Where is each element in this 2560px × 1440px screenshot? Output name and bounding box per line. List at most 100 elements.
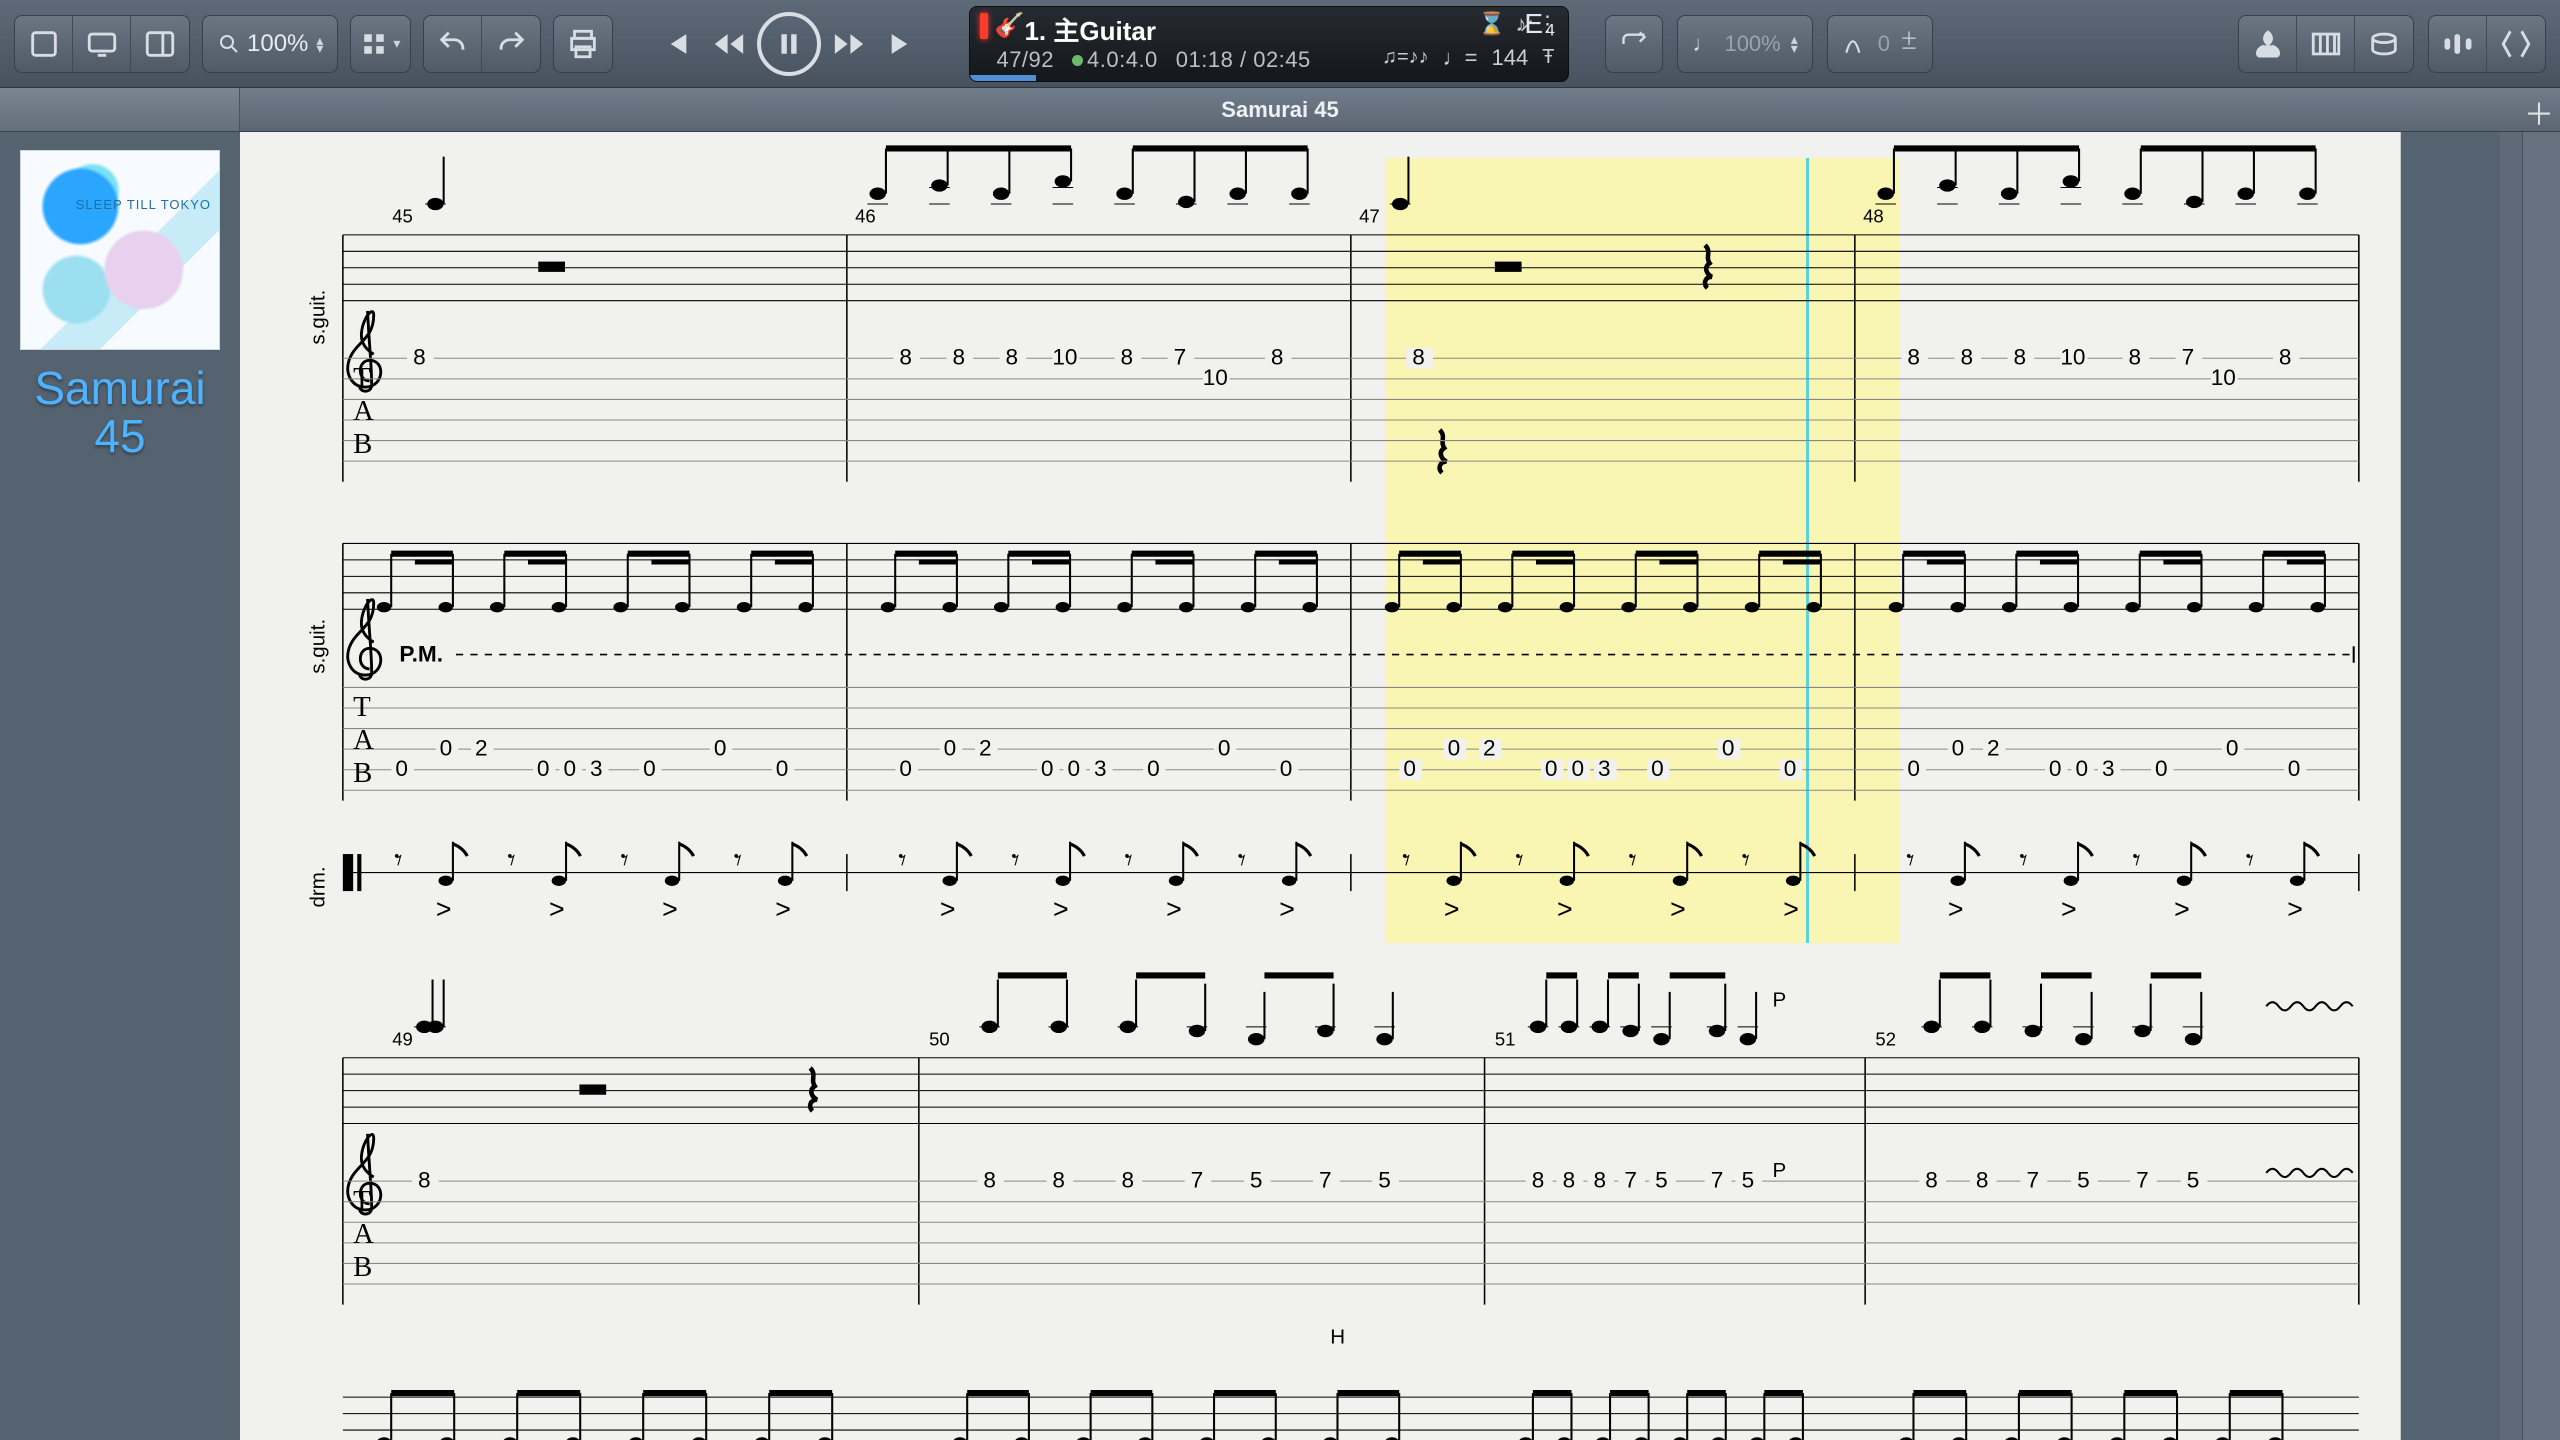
tuning-readout: E₄ [1520, 11, 1560, 37]
hourglass-icon[interactable]: ⌛ [1478, 11, 1505, 37]
svg-text:𝄾: 𝄾 [621, 843, 629, 878]
svg-text:0: 0 [1448, 735, 1461, 760]
svg-text:50: 50 [929, 1028, 950, 1049]
svg-text:47: 47 [1359, 206, 1380, 227]
layout-menu[interactable]: ▾ [350, 15, 411, 73]
svg-text:49: 49 [392, 1028, 413, 1049]
svg-text:>: > [1670, 894, 1686, 924]
zoom-control[interactable]: 100% ▴▾ [202, 15, 338, 73]
instrument-panel-button[interactable] [2239, 16, 2297, 72]
view-mode-group [14, 15, 190, 73]
svg-text:0: 0 [1571, 756, 1584, 781]
svg-text:8: 8 [1976, 1167, 1989, 1192]
new-tab-button[interactable]: ＋ [2524, 90, 2554, 134]
fast-forward-button[interactable] [823, 18, 875, 70]
view-split-button[interactable] [131, 16, 189, 72]
play-pause-button[interactable] [757, 12, 821, 76]
svg-text:8: 8 [899, 344, 912, 369]
svg-text:0: 0 [1784, 756, 1797, 781]
svg-text:10: 10 [1203, 365, 1228, 390]
svg-text:8: 8 [1412, 344, 1425, 369]
svg-text:>: > [1557, 894, 1573, 924]
svg-text:0: 0 [2049, 756, 2062, 781]
svg-text:7: 7 [1191, 1167, 1204, 1192]
swing-icon[interactable]: ♫=♪♪ [1382, 46, 1429, 69]
album-art[interactable]: SLEEP TILL TOKYO [20, 150, 220, 350]
svg-text:5: 5 [1250, 1167, 1263, 1192]
svg-text:T: T [353, 1185, 371, 1217]
svg-text:𝄾: 𝄾 [1629, 843, 1637, 878]
svg-text:51: 51 [1495, 1028, 1516, 1049]
svg-text:T: T [353, 691, 371, 723]
loop-button[interactable] [1605, 15, 1663, 73]
svg-text:T: T [353, 362, 371, 394]
svg-text:52: 52 [1875, 1028, 1896, 1049]
vertical-scrollbar[interactable] [2500, 132, 2522, 1440]
svg-text:𝄾: 𝄾 [507, 843, 515, 878]
record-led-icon [980, 13, 988, 39]
rewind-button[interactable] [703, 18, 755, 70]
svg-text:B: B [353, 1251, 372, 1283]
bar-counter: 47/92 [996, 47, 1054, 73]
svg-text:5: 5 [2077, 1167, 2090, 1192]
panel-toggles [2238, 15, 2546, 73]
view-screen-button[interactable] [73, 16, 131, 72]
speed-trainer[interactable]: ♩ 100% ▴▾ [1677, 15, 1812, 73]
svg-text:8: 8 [1006, 344, 1019, 369]
svg-text:>: > [1444, 894, 1460, 924]
svg-text:0: 0 [2288, 756, 2301, 781]
score-page[interactable]: s.guit. 45464748 [240, 132, 2400, 1440]
sheet-area[interactable]: s.guit. 45464748 [240, 132, 2560, 1440]
view-page-button[interactable] [15, 16, 73, 72]
svg-text:>: > [436, 894, 452, 924]
right-mini-panel[interactable] [2522, 132, 2560, 1440]
svg-text:s.guit.: s.guit. [306, 619, 329, 674]
svg-text:8: 8 [1121, 344, 1134, 369]
svg-text:𝄾: 𝄾 [1402, 843, 1410, 878]
svg-text:0: 0 [643, 756, 656, 781]
tempo-value: 144 [1492, 45, 1529, 71]
tuning-fork-icon[interactable]: Ŧ [1542, 46, 1554, 69]
svg-text:H: H [1330, 1326, 1345, 1349]
svg-text:8: 8 [952, 344, 965, 369]
svg-text:0: 0 [1545, 756, 1558, 781]
fx-panel-button[interactable] [2487, 16, 2545, 72]
svg-text:0: 0 [2226, 735, 2239, 760]
mixer-panel-button[interactable] [2429, 16, 2487, 72]
keyboard-panel-button[interactable] [2297, 16, 2355, 72]
svg-text:2: 2 [475, 735, 488, 760]
go-start-button[interactable] [649, 18, 701, 70]
playback-meter[interactable]: 🎸 1. 主Guitar 47/92 4.0:4.0 01:18 / 02:45… [969, 6, 1569, 82]
notation-svg: s.guit. 45464748 [240, 132, 2400, 1440]
transpose-control[interactable]: 0 ＋－ [1827, 15, 1933, 73]
svg-text:5: 5 [2187, 1167, 2200, 1192]
svg-text:45: 45 [392, 206, 413, 227]
svg-text:0: 0 [2155, 756, 2168, 781]
svg-text:0: 0 [537, 756, 550, 781]
svg-text:>: > [940, 894, 956, 924]
transpose-stepper[interactable]: ＋－ [1900, 34, 1918, 54]
svg-text:46: 46 [855, 206, 876, 227]
time-readout: 01:18 / 02:45 [1176, 47, 1311, 73]
redo-button[interactable] [482, 16, 540, 72]
svg-text:𝄾: 𝄾 [394, 843, 402, 878]
tab-title[interactable]: Samurai 45 [1221, 97, 1338, 123]
drum-panel-button[interactable] [2355, 16, 2413, 72]
svg-text:7: 7 [1711, 1167, 1724, 1192]
svg-text:>: > [1948, 894, 1964, 924]
svg-text:𝄾: 𝄾 [898, 843, 906, 878]
svg-text:8: 8 [2014, 344, 2027, 369]
undo-button[interactable] [424, 16, 482, 72]
tab-edge [0, 88, 240, 131]
svg-text:7: 7 [2136, 1167, 2149, 1192]
go-end-button[interactable] [877, 18, 929, 70]
print-group [553, 15, 613, 73]
print-button[interactable] [554, 16, 612, 72]
svg-text:0: 0 [1722, 735, 1735, 760]
svg-text:3: 3 [590, 756, 603, 781]
svg-text:10: 10 [2211, 365, 2236, 390]
svg-text:0: 0 [1041, 756, 1054, 781]
svg-text:𝄾: 𝄾 [2246, 843, 2254, 878]
progress-bar[interactable] [970, 75, 1036, 81]
svg-text:0: 0 [1067, 756, 1080, 781]
